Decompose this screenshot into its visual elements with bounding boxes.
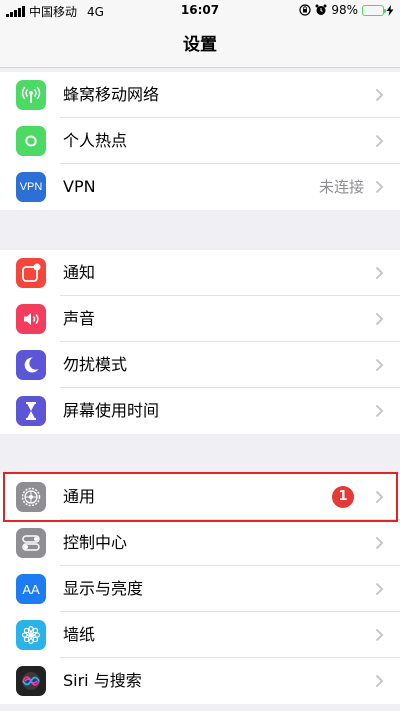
- settings-row-control-center[interactable]: 控制中心: [0, 520, 400, 566]
- settings-group-notifications: 通知 声音 勿扰模式 屏幕使用时间: [0, 250, 400, 434]
- chevron-right-icon: [375, 88, 384, 102]
- settings-row-label: VPN: [63, 177, 96, 196]
- rotation-lock-icon: [299, 4, 311, 16]
- settings-row-wallpaper[interactable]: 墙纸: [0, 612, 400, 658]
- chevron-right-icon: [375, 180, 384, 194]
- vpn-icon: VPN: [16, 172, 46, 202]
- alarm-icon: [315, 4, 327, 15]
- notifications-icon: [16, 258, 46, 288]
- control-center-icon: [16, 528, 46, 558]
- nav-bar: 设置: [0, 22, 400, 68]
- cellular-icon: [16, 80, 46, 110]
- chevron-right-icon: [375, 266, 384, 280]
- settings-row-notifications[interactable]: 通知: [0, 250, 400, 296]
- sound-icon: [16, 304, 46, 334]
- settings-row-label: 个人热点: [63, 131, 128, 150]
- settings-row-sound[interactable]: 声音: [0, 296, 400, 342]
- settings-row-do-not-disturb[interactable]: 勿扰模式: [0, 342, 400, 388]
- settings-row-label: 通知: [63, 263, 96, 282]
- gear-icon: [16, 482, 46, 512]
- settings-row-cellular[interactable]: 蜂窝移动网络: [0, 72, 400, 118]
- battery-percent: 98%: [331, 3, 358, 17]
- vpn-status-value: 未连接: [318, 178, 364, 196]
- page-title: 设置: [183, 35, 217, 55]
- charging-icon: [386, 4, 394, 16]
- display-brightness-icon: AA: [16, 574, 46, 604]
- settings-row-label: 蜂窝移动网络: [63, 85, 160, 104]
- settings-row-siri-search[interactable]: Siri 与搜索: [0, 658, 400, 704]
- status-right: 98%: [299, 3, 394, 17]
- settings-row-hotspot[interactable]: 个人热点: [0, 118, 400, 164]
- settings-row-general[interactable]: 通用 1: [0, 474, 400, 520]
- settings-row-label: 显示与亮度: [63, 579, 144, 598]
- status-bar: 中国移动 4G 16:07 98%: [0, 0, 400, 22]
- chevron-right-icon: [375, 582, 384, 596]
- settings-row-label: 控制中心: [63, 533, 128, 552]
- hotspot-icon: [16, 126, 46, 156]
- chevron-right-icon: [375, 536, 384, 550]
- chevron-right-icon: [375, 628, 384, 642]
- vpn-icon-text: VPN: [19, 181, 43, 193]
- battery-tip: [384, 8, 386, 13]
- chevron-right-icon: [375, 312, 384, 326]
- siri-icon: [16, 666, 46, 696]
- settings-row-label: 通用: [63, 487, 96, 506]
- settings-row-vpn[interactable]: VPN VPN 未连接: [0, 164, 400, 210]
- settings-row-screen-time[interactable]: 屏幕使用时间: [0, 388, 400, 434]
- settings-row-label: 屏幕使用时间: [63, 401, 160, 420]
- battery-icon: [362, 4, 386, 16]
- do-not-disturb-icon: [16, 350, 46, 380]
- chevron-right-icon: [375, 404, 384, 418]
- settings-group-connectivity: 蜂窝移动网络 个人热点 VPN VPN 未连接: [0, 72, 400, 210]
- display-icon-text: AA: [22, 581, 40, 597]
- settings-row-display-brightness[interactable]: AA 显示与亮度: [0, 566, 400, 612]
- settings-row-label: Siri 与搜索: [63, 671, 142, 690]
- settings-group-system: 通用 1 控制中心 AA 显示与亮度 墙纸 Siri 与搜索: [0, 474, 400, 704]
- chevron-right-icon: [375, 490, 384, 504]
- settings-row-label: 墙纸: [63, 625, 96, 644]
- chevron-right-icon: [375, 358, 384, 372]
- wallpaper-icon: [16, 620, 46, 650]
- settings-row-label: 声音: [63, 309, 96, 328]
- screen-time-icon: [16, 396, 46, 426]
- settings-row-label: 勿扰模式: [63, 355, 128, 374]
- notification-badge: 1: [332, 486, 354, 508]
- chevron-right-icon: [375, 134, 384, 148]
- chevron-right-icon: [375, 674, 384, 688]
